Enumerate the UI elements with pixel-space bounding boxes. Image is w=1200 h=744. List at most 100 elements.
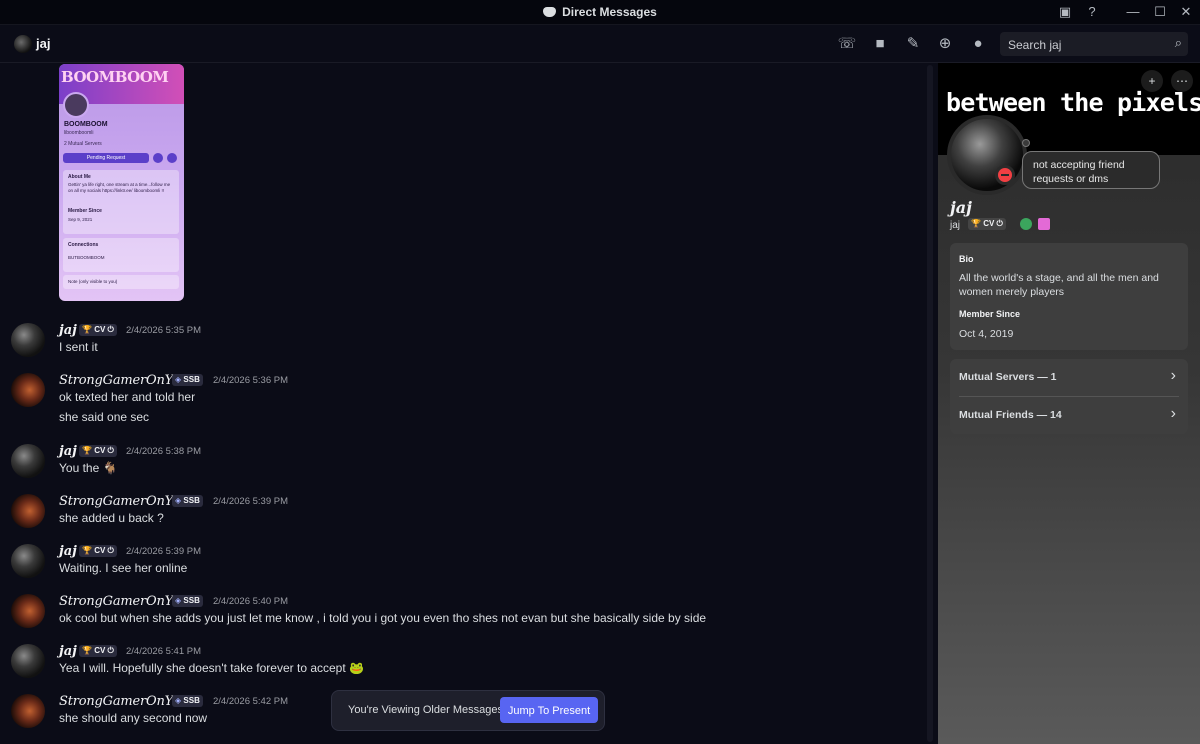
message-group: StrongGamerOnYT ◈ SSB 2/4/2026 5:39 PM s… [0, 494, 920, 534]
minimize-button[interactable]: — [1124, 3, 1142, 21]
avatar[interactable] [11, 694, 45, 728]
guild-tag[interactable]: 🏆 CV ⏻ [79, 545, 117, 557]
embed-connection: BUTBOOMBOOM [68, 255, 105, 260]
profile-display-name: jaj [950, 198, 972, 217]
search-input[interactable] [1006, 35, 1170, 54]
message-group: jaj 🏆 CV ⏻ 2/4/2026 5:35 PM I sent it [0, 323, 920, 363]
message-timestamp[interactable]: 2/4/2026 5:41 PM [126, 646, 201, 657]
attached-image[interactable]: BOOMBOOM BOOMBOOM liboomboomli 2 Mutual … [59, 64, 184, 301]
message-group: jaj 🏆 CV ⏻ 2/4/2026 5:41 PM Yea I will. … [0, 644, 920, 684]
gem-badge-icon[interactable] [1038, 218, 1050, 230]
user-profile-icon[interactable]: ● [968, 34, 988, 54]
mutual-servers-row[interactable]: Mutual Servers — 1 › [950, 359, 1188, 396]
maximize-button[interactable]: ☐ [1151, 3, 1169, 21]
discord-logo-icon [543, 7, 557, 17]
message-timestamp[interactable]: 2/4/2026 5:35 PM [126, 325, 201, 336]
message-author[interactable]: StrongGamerOnYT [59, 494, 182, 509]
badge-icon[interactable] [1020, 218, 1032, 230]
embed-note-card: Note (only visible to you) [63, 275, 179, 289]
guild-tag[interactable]: ◈ SSB [172, 495, 203, 507]
pinned-messages-icon[interactable]: ✎ [903, 34, 923, 54]
message-text: ok texted her and told her [59, 390, 196, 404]
status-bubble-tail [1022, 139, 1030, 147]
search-icon: ⌕ [1174, 35, 1182, 50]
message-group: StrongGamerOnYT ◈ SSB 2/4/2026 5:36 PM o… [0, 373, 920, 429]
profile-avatar[interactable] [947, 115, 1027, 195]
avatar[interactable] [11, 444, 45, 478]
guild-tag[interactable]: 🏆 CV ⏻ [79, 445, 117, 457]
profile-guild-tag[interactable]: 🏆 CV ⏻ [968, 218, 1006, 230]
embed-about-card: About Me Gettin' ya life right, one stre… [63, 170, 179, 234]
embed-member-date: Sep 9, 2021 [68, 217, 93, 222]
search-bar[interactable]: ⌕ [1000, 32, 1188, 56]
avatar[interactable] [14, 35, 32, 53]
embed-banner-text: BOOMBOOM [61, 68, 169, 86]
message-author[interactable]: jaj [59, 644, 77, 659]
avatar[interactable] [11, 594, 45, 628]
guild-tag[interactable]: ◈ SSB [172, 595, 203, 607]
avatar[interactable] [11, 494, 45, 528]
member-since-date: Oct 4, 2019 [959, 328, 1014, 340]
avatar[interactable] [11, 373, 45, 407]
inbox-icon[interactable]: ▣ [1056, 3, 1074, 21]
message-author[interactable]: StrongGamerOnYT [59, 694, 182, 709]
bio-text: All the world's a stage, and all the men… [959, 272, 1159, 298]
message-author[interactable]: StrongGamerOnYT [59, 373, 182, 388]
embed-handle: liboomboomli [64, 130, 94, 136]
mutual-servers-label: Mutual Servers — 1 [959, 371, 1057, 383]
guild-tag[interactable]: 🏆 CV ⏻ [79, 324, 117, 336]
message-author[interactable]: jaj [59, 444, 77, 459]
help-icon[interactable]: ? [1083, 3, 1101, 21]
message-text: You the 🐐 [59, 461, 118, 475]
profile-banner-title: between the pixels [946, 88, 1200, 117]
dnd-status-icon [995, 165, 1015, 185]
embed-pending-button: Pending Request [63, 153, 149, 163]
dm-recipient-name[interactable]: jaj [36, 36, 50, 51]
voice-call-icon[interactable]: ☏ [837, 34, 857, 54]
guild-tag[interactable]: 🏆 CV ⏻ [79, 645, 117, 657]
mutuals-card: Mutual Servers — 1 › Mutual Friends — 14… [950, 359, 1188, 434]
older-messages-banner: You're Viewing Older Messages Jump To Pr… [331, 690, 605, 731]
mutual-friends-row[interactable]: Mutual Friends — 14 › [950, 397, 1188, 434]
message-timestamp[interactable]: 2/4/2026 5:38 PM [126, 446, 201, 457]
message-text: Waiting. I see her online [59, 561, 188, 575]
chevron-right-icon: › [1170, 405, 1176, 422]
embed-message-icon [153, 153, 163, 163]
message-timestamp[interactable]: 2/4/2026 5:42 PM [213, 696, 288, 707]
message-timestamp[interactable]: 2/4/2026 5:39 PM [126, 546, 201, 557]
bio-card: Bio All the world's a stage, and all the… [950, 243, 1188, 350]
message-group: jaj 🏆 CV ⏻ 2/4/2026 5:39 PM Waiting. I s… [0, 544, 920, 584]
message-text: she should any second now [59, 711, 208, 725]
older-messages-text: You're Viewing Older Messages [348, 704, 503, 716]
custom-status-bubble: not accepting friend requests or dms [1022, 151, 1160, 189]
profile-username[interactable]: jaj [950, 220, 960, 231]
guild-tag[interactable]: ◈ SSB [172, 374, 203, 386]
window-title: Direct Messages [0, 5, 1200, 19]
video-call-icon[interactable]: ■ [870, 34, 890, 54]
avatar[interactable] [11, 323, 45, 357]
message-author[interactable]: jaj [59, 323, 77, 338]
embed-connections-label: Connections [68, 242, 99, 248]
avatar[interactable] [11, 644, 45, 678]
add-friend-icon[interactable]: + [1141, 70, 1163, 92]
avatar[interactable] [11, 544, 45, 578]
message-author[interactable]: StrongGamerOnYT [59, 594, 182, 609]
message-author[interactable]: jaj [59, 544, 77, 559]
embed-note: Note (only visible to you) [68, 279, 118, 284]
more-options-icon[interactable]: ⋯ [1171, 70, 1193, 92]
dm-header: jaj ☏ ■ ✎ ⊕ ● ⌕ [0, 25, 1200, 63]
jump-to-present-button[interactable]: Jump To Present [500, 697, 598, 723]
embed-more-icon [167, 153, 177, 163]
message-text: ok cool but when she adds you just let m… [59, 611, 707, 625]
mutual-friends-label: Mutual Friends — 14 [959, 409, 1062, 421]
close-button[interactable]: ✕ [1177, 3, 1195, 21]
message-timestamp[interactable]: 2/4/2026 5:36 PM [213, 375, 288, 386]
message-text: she added u back ? [59, 511, 164, 525]
message-timestamp[interactable]: 2/4/2026 5:40 PM [213, 596, 288, 607]
chat-scrollbar[interactable] [927, 65, 933, 742]
embed-connections-card: Connections BUTBOOMBOOM [63, 238, 179, 272]
guild-tag[interactable]: ◈ SSB [172, 695, 203, 707]
add-friends-to-dm-icon[interactable]: ⊕ [935, 34, 955, 54]
message-timestamp[interactable]: 2/4/2026 5:39 PM [213, 496, 288, 507]
chevron-right-icon: › [1170, 367, 1176, 384]
